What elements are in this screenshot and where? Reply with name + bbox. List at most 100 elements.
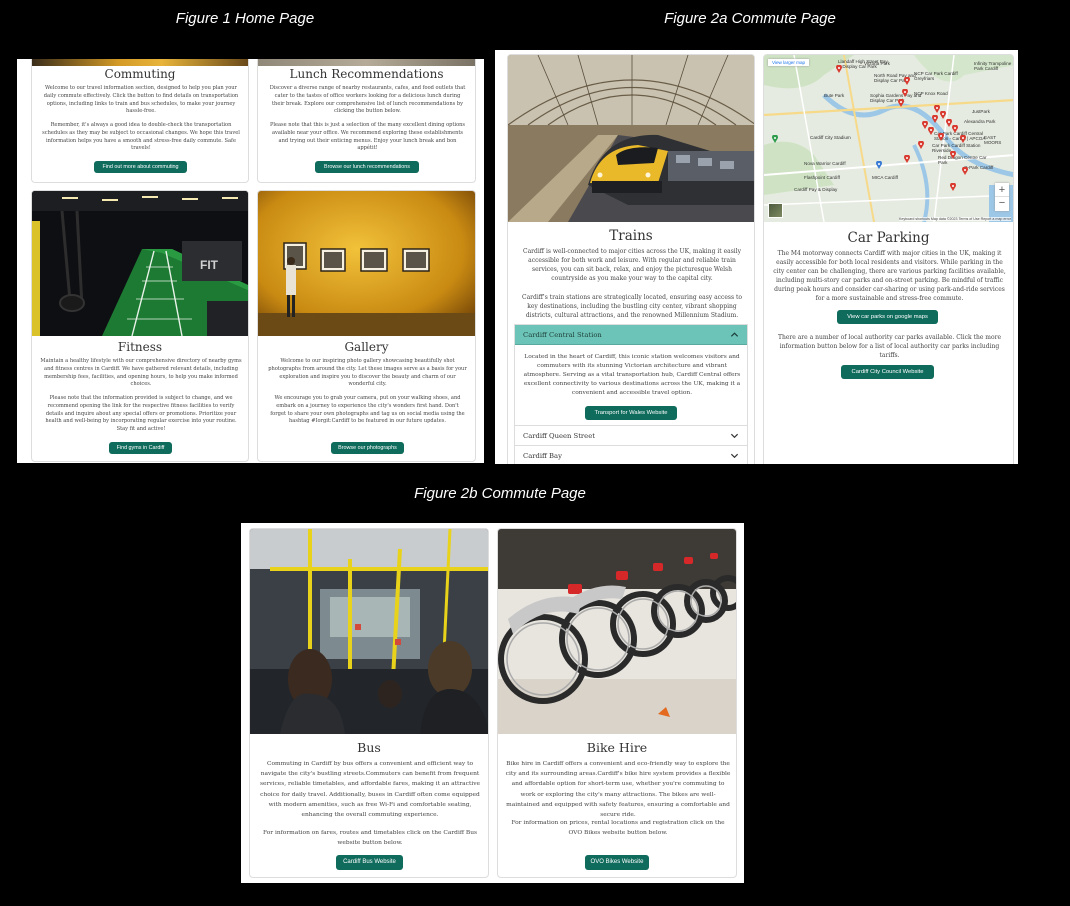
accordion-header-cardiff-central[interactable]: Cardiff Central Station (515, 325, 747, 345)
fitness-title: Fitness (117, 340, 163, 354)
gym-sign-text: FIT (200, 258, 219, 272)
map-footer: Keyboard shortcuts Map data ©2023 Terms … (898, 217, 1011, 221)
accordion-body-central: Located in the heart of Cardiff, this ic… (515, 345, 747, 426)
map-pin-icon[interactable] (940, 111, 946, 119)
bus-image (250, 529, 488, 734)
lunch-title: Lunch Recommendations (289, 67, 444, 81)
trains-text-1: Cardiff is well-connected to major citie… (522, 248, 741, 282)
lunch-button[interactable]: Browse our lunch recommendations (315, 161, 419, 173)
lunch-image (258, 59, 475, 66)
accordion-header-queen-street[interactable]: Cardiff Queen Street (515, 426, 747, 446)
map-pin-icon[interactable] (904, 77, 910, 85)
lunch-text-1: Discover a diverse range of nearby resta… (269, 85, 466, 115)
gallery-title: Gallery (344, 340, 389, 354)
car-parking-card: View larger map Llandaff High Street Pay… (763, 54, 1014, 464)
map-label: Cardiff Pay & Display (794, 187, 838, 192)
chevron-down-icon (730, 433, 739, 439)
map-satellite-thumbnail[interactable] (768, 203, 783, 218)
commuting-card: Commuting Welcome to our travel informat… (31, 59, 249, 183)
zoom-out-button[interactable]: − (995, 197, 1009, 211)
map-pin-icon[interactable] (950, 183, 956, 191)
commuting-button[interactable]: Find out more about commuting (94, 161, 187, 173)
map-pin-icon[interactable] (952, 125, 958, 133)
map-pin-icon[interactable] (876, 161, 882, 169)
map-label: Red Dragon Centre Car Park (938, 155, 987, 165)
zoom-in-button[interactable]: + (995, 183, 1009, 197)
map-label: Infinity Trampoline Park Cardiff (974, 61, 1012, 71)
map-pin-icon[interactable] (938, 133, 944, 141)
map-pin-icon[interactable] (950, 151, 956, 159)
map-pin-icon[interactable] (918, 141, 924, 149)
train-image (508, 55, 754, 222)
map-label: Car Park Cardiff Station Riverside (932, 143, 981, 153)
ovo-bikes-button[interactable]: OVO Bikes Website (585, 855, 649, 870)
car-parking-text-2: There are a number of local authority ca… (777, 334, 1002, 359)
fitness-text-1: Maintain a healthy lifestyle with our co… (40, 358, 242, 388)
commute-page-panel-a: Trains Cardiff is well-connected to majo… (495, 50, 1018, 464)
home-page-panel: Commuting Welcome to our travel informat… (17, 59, 484, 463)
map-zoom-control: + − (995, 183, 1009, 211)
bus-title: Bus (357, 740, 381, 755)
map-pin-icon[interactable] (904, 155, 910, 163)
map-label: Nova Warrior Cardiff (804, 161, 846, 166)
fitness-button[interactable]: Find gyms in Cardiff (109, 442, 172, 454)
bus-text-2: For information on fares, routes and tim… (262, 830, 478, 847)
map-label: MICA Cardiff (872, 175, 898, 180)
view-larger-map-link[interactable]: View larger map (768, 59, 810, 66)
map-pin-icon[interactable] (932, 115, 938, 123)
central-station-text: Located in the heart of Cardiff, this ic… (523, 354, 741, 396)
map-label: Victoria Park (864, 61, 890, 66)
commuting-image (32, 59, 248, 66)
gallery-text-2: We encourage you to grab your camera, pu… (270, 395, 465, 425)
map-label: Q-Park Cardiff (964, 165, 994, 170)
map-label: NCP Car Park Cardiff Greyfriars (914, 71, 958, 81)
car-parks-map[interactable]: View larger map Llandaff High Street Pay… (764, 55, 1013, 222)
chevron-up-icon (730, 332, 739, 337)
bike-illustration (498, 529, 736, 734)
map-label: Cardiff City Stadium (810, 135, 851, 140)
gallery-button[interactable]: Browse our photographs (331, 442, 404, 454)
gym-image: FIT (32, 191, 248, 336)
gallery-illustration (258, 191, 475, 336)
gym-illustration: FIT (32, 191, 248, 336)
accordion-label-queen-street: Cardiff Queen Street (523, 431, 595, 440)
car-parking-text-1: The M4 motorway connects Cardiff with ma… (773, 250, 1006, 302)
figure-2b-title: Figure 2b Commute Page (414, 485, 586, 502)
gallery-text-1: Welcome to our inspiring photo gallery s… (268, 358, 467, 388)
commuting-text-2: Remember, it's always a good idea to dou… (42, 122, 240, 152)
map-pin-icon[interactable] (902, 89, 908, 97)
cardiff-bus-button[interactable]: Cardiff Bus Website (336, 855, 403, 870)
commuting-title: Commuting (104, 67, 176, 81)
view-car-parks-google-maps-button[interactable]: View car parks on google maps (837, 310, 938, 324)
map-pin-icon[interactable] (960, 135, 966, 143)
fitness-text-2: Please note that the information provide… (45, 395, 237, 433)
map-pin-icon[interactable] (772, 135, 778, 143)
bus-card: Bus Commuting in Cardiff by bus offers a… (249, 528, 489, 878)
map-label: Flashpoint Cardiff (804, 175, 840, 180)
bike-hire-card: Bike Hire Bike hire in Cardiff offers a … (497, 528, 737, 878)
bike-hire-text-1: Bike hire in Cardiff offers a convenient… (505, 761, 731, 819)
commute-page-panel-b: Bus Commuting in Cardiff by bus offers a… (241, 523, 744, 883)
accordion-header-cardiff-bay[interactable]: Cardiff Bay (515, 446, 747, 464)
map-pin-icon[interactable] (928, 127, 934, 135)
trains-text-2: Cardiff's train stations are strategical… (521, 294, 743, 319)
gallery-card: Gallery Welcome to our inspiring photo g… (257, 190, 476, 462)
chevron-down-icon (730, 453, 739, 459)
lunch-text-2: Please note that this is just a selectio… (269, 122, 466, 152)
map-pin-icon[interactable] (898, 99, 904, 107)
cardiff-city-council-button[interactable]: Cardiff City Council Website (841, 365, 934, 379)
stations-accordion: Cardiff Central Station Located in the h… (514, 324, 748, 464)
transport-for-wales-button[interactable]: Transport for Wales Website (585, 406, 677, 420)
bike-hire-text-2: For information on prices, rental locati… (511, 820, 725, 837)
train-illustration (508, 55, 754, 222)
accordion-label-central: Cardiff Central Station (523, 330, 602, 339)
bus-illustration (250, 529, 488, 734)
map-pin-icon[interactable] (962, 167, 968, 175)
lunch-card: Lunch Recommendations Discover a diverse… (257, 59, 476, 183)
bike-hire-title: Bike Hire (586, 740, 648, 755)
map-label: EAST MOORS (984, 135, 1002, 145)
map-label: JustPark (972, 109, 990, 114)
fitness-card: FIT Fitness Maintain a healthy lifestyle… (31, 190, 249, 462)
accordion-label-cardiff-bay: Cardiff Bay (523, 452, 562, 460)
map-pin-icon[interactable] (836, 65, 842, 73)
